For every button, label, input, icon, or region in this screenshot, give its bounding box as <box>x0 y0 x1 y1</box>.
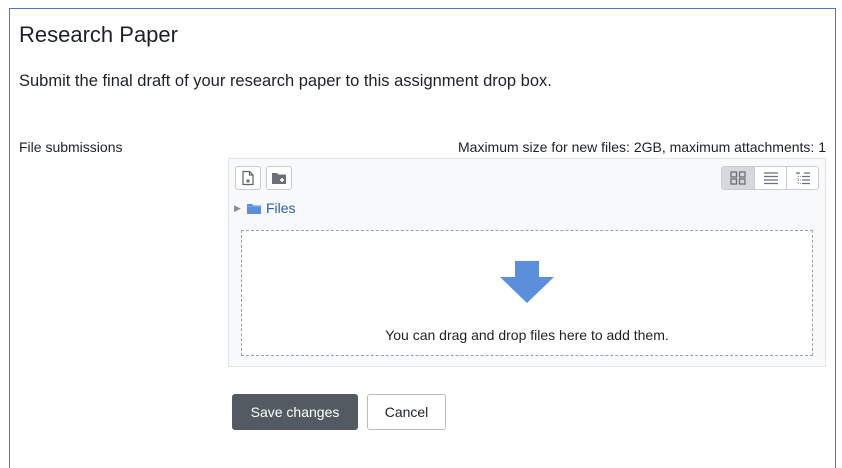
create-folder-icon <box>272 173 286 184</box>
file-submissions-label: File submissions <box>19 139 123 155</box>
max-size-info: Maximum size for new files: 2GB, maximum… <box>458 139 826 155</box>
path-breadcrumb[interactable]: ▶ Files <box>234 199 296 217</box>
path-label-files: Files <box>266 200 296 216</box>
icons-view-button[interactable] <box>722 167 754 189</box>
down-arrow-icon <box>500 261 554 303</box>
drop-zone-text: You can drag and drop files here to add … <box>385 327 669 343</box>
tree-view-button[interactable] <box>786 167 818 189</box>
list-view-icon <box>763 172 778 185</box>
create-folder-button[interactable] <box>266 166 292 190</box>
tree-view-icon <box>795 172 810 185</box>
assignment-intro: Submit the final draft of your research … <box>19 72 552 90</box>
save-changes-button[interactable]: Save changes <box>232 394 358 430</box>
list-view-button[interactable] <box>754 167 786 189</box>
folder-icon <box>247 203 261 214</box>
add-file-icon <box>242 170 254 186</box>
cancel-button[interactable]: Cancel <box>367 394 446 430</box>
drop-zone[interactable]: You can drag and drop files here to add … <box>241 230 813 356</box>
file-manager-toolbar <box>229 159 825 193</box>
icons-view-icon <box>730 171 746 185</box>
expand-caret-icon: ▶ <box>234 202 241 213</box>
page-title: Research Paper <box>19 22 178 47</box>
view-mode-switcher <box>721 166 819 190</box>
file-manager: ▶ Files You can drag and drop files here… <box>228 158 826 367</box>
add-file-button[interactable] <box>235 166 261 190</box>
